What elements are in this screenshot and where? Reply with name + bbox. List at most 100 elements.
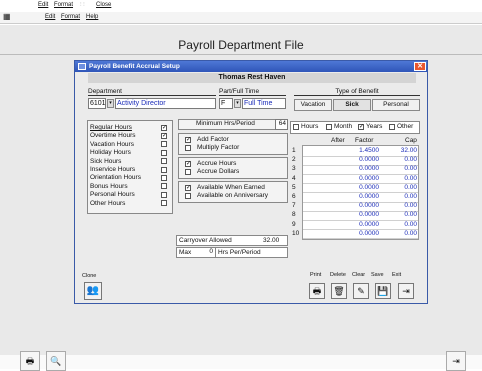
grid-row-number: 6 bbox=[292, 193, 296, 200]
period-checkbox[interactable] bbox=[293, 124, 299, 130]
department-label: Department bbox=[88, 88, 216, 96]
dropdown-icon[interactable]: ▾ bbox=[234, 99, 241, 108]
hours-type-checkbox[interactable]: ✓ bbox=[161, 124, 167, 131]
hours-type-checkbox[interactable] bbox=[161, 158, 167, 165]
floppy-icon[interactable]: 💾 bbox=[375, 283, 391, 299]
hours-type-checkbox[interactable] bbox=[161, 166, 167, 173]
grid-factor-cell[interactable]: 0.0000 bbox=[345, 165, 379, 172]
grid-cap-cell[interactable]: 0.00 bbox=[382, 156, 417, 163]
grid-app-icon: ▦ bbox=[3, 12, 11, 21]
grid-factor-cell[interactable]: 1.4500 bbox=[345, 147, 379, 154]
print-preview-icon[interactable]: 🔍 bbox=[46, 351, 66, 371]
min-hrs-field[interactable]: 64 bbox=[275, 119, 288, 130]
period-checkbox[interactable] bbox=[389, 124, 395, 130]
carryover-label: Carryover Allowed bbox=[179, 237, 232, 244]
exit-door-icon[interactable]: ⇥ bbox=[446, 351, 466, 371]
grid-cap-cell[interactable]: 0.00 bbox=[382, 184, 417, 191]
department-code-field[interactable]: 6101 bbox=[88, 98, 106, 109]
option-label: Available on Anniversary bbox=[197, 192, 269, 199]
printer-icon[interactable]: 🖶 bbox=[20, 351, 40, 371]
option-checkbox[interactable]: ✓ bbox=[185, 136, 191, 143]
grid-header-factor: Factor bbox=[355, 137, 374, 144]
menu-edit-2[interactable]: Edit bbox=[45, 14, 55, 20]
hours-type-label: Orientation Hours bbox=[90, 174, 141, 182]
grid-row-number: 9 bbox=[292, 220, 296, 228]
close-icon[interactable]: ✕ bbox=[414, 62, 426, 71]
hours-type-checkbox[interactable] bbox=[161, 191, 167, 198]
grid-factor-cell[interactable]: 0.0000 bbox=[345, 175, 379, 182]
option-label: Multiply Factor bbox=[197, 144, 240, 151]
grid-row-number: 1 bbox=[292, 147, 296, 154]
grid-cap-cell[interactable]: 0.00 bbox=[382, 165, 417, 172]
grid-factor-cell[interactable]: 0.0000 bbox=[345, 221, 379, 228]
option-checkbox[interactable]: ✓ bbox=[185, 160, 191, 167]
part-full-code-field[interactable]: F bbox=[219, 98, 233, 109]
option-checkbox[interactable] bbox=[185, 192, 191, 199]
hours-type-checkbox[interactable] bbox=[161, 183, 167, 190]
grid-cap-cell[interactable]: 0.00 bbox=[382, 211, 417, 218]
hours-type-checkbox[interactable] bbox=[161, 149, 167, 156]
grid-factor-cell[interactable]: 0.0000 bbox=[345, 156, 379, 163]
benefit-personal-button[interactable]: Personal bbox=[372, 99, 420, 111]
hours-type-label: Overtime Hours bbox=[90, 132, 136, 140]
clear-label: Clear bbox=[352, 272, 366, 278]
hours-type-checkbox[interactable] bbox=[161, 174, 167, 181]
grid-row-number: 4 bbox=[292, 174, 296, 182]
grid-cap-cell[interactable]: 0.00 bbox=[382, 202, 417, 209]
grid-cap-cell[interactable]: 32.00 bbox=[382, 147, 417, 154]
option-checkbox[interactable] bbox=[185, 168, 191, 175]
menu-format[interactable]: Format bbox=[54, 2, 73, 8]
exit-label: Exit bbox=[392, 272, 402, 278]
grid-cap-cell[interactable]: 0.00 bbox=[382, 193, 417, 200]
clone-label: Clone bbox=[82, 273, 97, 279]
exit-door-icon[interactable]: ⇥ bbox=[398, 283, 414, 299]
employee-name: Thomas Rest Haven bbox=[88, 73, 416, 83]
hours-type-checkbox[interactable]: ✓ bbox=[161, 132, 167, 139]
grid-cap-cell[interactable]: 0.00 bbox=[382, 230, 417, 237]
period-checkbox[interactable] bbox=[326, 124, 332, 130]
option-checkbox[interactable]: ✓ bbox=[185, 184, 191, 191]
period-checkbox[interactable]: ✓ bbox=[358, 124, 364, 130]
hours-type-label: Regular Hours bbox=[90, 124, 132, 131]
carryover-field[interactable]: 32.00 bbox=[263, 237, 279, 244]
menu-edit[interactable]: Edit bbox=[38, 2, 48, 8]
dialog-titlebar: Payroll Benefit Accrual Setup ✕ bbox=[75, 61, 427, 72]
grid-factor-cell[interactable]: 0.0000 bbox=[345, 184, 379, 191]
hours-type-label: Sick Hours bbox=[90, 157, 122, 165]
grid-factor-cell[interactable]: 0.0000 bbox=[345, 211, 379, 218]
part-full-value-field[interactable]: Full Time bbox=[242, 98, 286, 109]
grid-cap-cell[interactable]: 0.00 bbox=[382, 175, 417, 182]
option-checkbox[interactable] bbox=[185, 144, 191, 151]
hours-type-label: Other Hours bbox=[90, 199, 126, 207]
benefit-sick-button[interactable]: Sick bbox=[333, 99, 371, 111]
grid-cap-cell[interactable]: 0.00 bbox=[382, 221, 417, 228]
app-menubar: ▦ Edit Format Help bbox=[0, 12, 482, 24]
hours-type-label: Personal Hours bbox=[90, 191, 135, 199]
max-unit: Hrs Per/Period bbox=[218, 249, 261, 256]
max-field[interactable]: 0 bbox=[192, 248, 216, 257]
benefit-vacation-button[interactable]: Vacation bbox=[294, 99, 332, 111]
dropdown-icon[interactable]: ▾ bbox=[107, 99, 114, 108]
grid-row-number: 7 bbox=[292, 202, 296, 210]
grid-factor-cell[interactable]: 0.0000 bbox=[345, 193, 379, 200]
period-label: Month bbox=[334, 123, 353, 130]
grid-factor-cell[interactable]: 0.0000 bbox=[345, 230, 379, 237]
menu-help[interactable]: Help bbox=[86, 14, 98, 20]
hours-type-label: Holiday Hours bbox=[90, 149, 131, 157]
department-name-field[interactable]: Activity Director bbox=[115, 98, 216, 109]
print-label: Print bbox=[310, 272, 322, 278]
window-icon bbox=[78, 63, 86, 70]
eraser-icon[interactable]: ✎ bbox=[353, 283, 369, 299]
hours-type-checkbox[interactable] bbox=[161, 200, 167, 207]
menu-close[interactable]: Close bbox=[96, 2, 111, 8]
hours-type-checkbox[interactable] bbox=[161, 141, 167, 148]
trash-icon[interactable]: 🗑 bbox=[331, 283, 347, 299]
option-label: Accrue Dollars bbox=[197, 168, 240, 175]
grid-factor-cell[interactable]: 0.0000 bbox=[345, 202, 379, 209]
hours-type-label: Bonus Hours bbox=[90, 182, 128, 190]
grid-row-number: 10 bbox=[292, 229, 300, 237]
menu-format-2[interactable]: Format bbox=[61, 14, 80, 20]
people-icon[interactable]: 👥 bbox=[84, 282, 102, 300]
printer-icon[interactable]: 🖶 bbox=[309, 283, 325, 299]
hours-type-label: Inservice Hours bbox=[90, 166, 136, 173]
